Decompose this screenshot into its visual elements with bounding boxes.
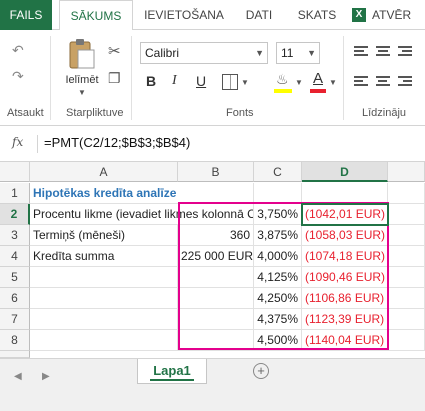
column-header-b[interactable]: B xyxy=(178,162,254,182)
align-left-icon[interactable] xyxy=(354,74,368,88)
column-header-e xyxy=(388,162,425,182)
align-center-icon[interactable] xyxy=(376,74,390,88)
active-cell-d2 xyxy=(301,203,389,226)
align-bottom-icon[interactable] xyxy=(398,44,412,58)
tab-open-in-excel[interactable]: X ATVĒR xyxy=(352,0,425,30)
font-color-button[interactable]: A xyxy=(310,70,326,94)
paint-bucket-icon: ♨ xyxy=(276,71,289,87)
row-header-4[interactable]: 4 xyxy=(0,246,30,267)
underline-button[interactable]: U xyxy=(196,73,206,89)
row-header-6[interactable]: 6 xyxy=(0,288,30,309)
group-label-alignment: Līdzināju xyxy=(362,107,407,119)
ribbon-tab-bar: FAILS SĀKUMS IEVIETOŠANA DATI SKATS X AT… xyxy=(0,0,425,31)
cell-e8[interactable] xyxy=(388,330,425,351)
formula-bar: fx =PMT(C2/12;$B$3;$B$4) xyxy=(0,126,425,162)
cell-a5[interactable] xyxy=(30,267,178,288)
paste-label: Ielīmēt xyxy=(65,74,99,86)
cell-c1[interactable] xyxy=(254,183,302,204)
tab-file[interactable]: FAILS xyxy=(0,0,52,30)
font-color-letter: A xyxy=(313,70,324,87)
chevron-down-icon[interactable]: ▼ xyxy=(241,78,249,87)
borders-icon xyxy=(230,75,231,89)
copy-icon[interactable]: ❐ xyxy=(108,70,121,87)
cell-row-9 xyxy=(30,351,425,358)
group-label-clipboard: Starpliktuve xyxy=(66,107,124,119)
add-sheet-icon[interactable]: + xyxy=(253,363,269,379)
undo-icon[interactable]: ↶ xyxy=(12,42,24,59)
scroll-first-sheet-icon[interactable]: ◀ xyxy=(14,371,22,382)
row-header-2[interactable]: 2 xyxy=(0,204,30,225)
column-header-a[interactable]: A xyxy=(30,162,178,182)
column-header-c[interactable]: C xyxy=(254,162,302,182)
group-label-undo: Atsaukt xyxy=(7,107,44,119)
font-size-combo[interactable]: 11 ▼ xyxy=(276,42,320,64)
chevron-down-icon: ▼ xyxy=(78,88,86,97)
font-name-value: Calibri xyxy=(145,46,180,60)
row-header-1[interactable]: 1 xyxy=(0,183,30,204)
cell-d1[interactable] xyxy=(302,183,388,204)
align-right-icon[interactable] xyxy=(398,74,412,88)
cell-e7[interactable] xyxy=(388,309,425,330)
cell-e1[interactable] xyxy=(388,183,425,204)
excel-icon: X xyxy=(352,8,366,22)
tab-insert[interactable]: IEVIETOŠANA xyxy=(141,0,227,30)
row-header-3[interactable]: 3 xyxy=(0,225,30,246)
sheet-tab-bar: ◀ ▶ Lapa1 + xyxy=(0,358,425,411)
cell-a4[interactable]: Kredīta summa xyxy=(30,246,178,267)
ribbon: ↶ ↷ Atsaukt Ielīmēt ▼ ✂ ❐ Starpliktuve C… xyxy=(0,30,425,126)
paste-icon xyxy=(69,39,95,69)
cell-a7[interactable] xyxy=(30,309,178,330)
row-header-8[interactable]: 8 xyxy=(0,330,30,351)
column-header-d[interactable]: D xyxy=(302,162,388,182)
select-all-corner[interactable] xyxy=(0,162,30,182)
cut-icon[interactable]: ✂ xyxy=(108,42,121,60)
row-header-9 xyxy=(0,351,30,358)
fill-color-button[interactable]: ♨ xyxy=(274,70,292,94)
italic-button[interactable]: I xyxy=(172,73,177,89)
cell-a6[interactable] xyxy=(30,288,178,309)
font-color-swatch xyxy=(310,89,326,93)
cell-a8[interactable] xyxy=(30,330,178,351)
paste-button[interactable]: Ielīmēt ▼ xyxy=(60,36,104,102)
cell-a3[interactable]: Termiņš (mēneši) xyxy=(30,225,178,246)
fx-icon[interactable]: fx xyxy=(12,135,38,153)
fill-color-swatch xyxy=(274,89,292,93)
cell-a1-title[interactable]: Hipotēkas kredīta analīze xyxy=(30,183,178,204)
scroll-last-sheet-icon[interactable]: ▶ xyxy=(42,371,50,382)
formula-input[interactable]: =PMT(C2/12;$B$3;$B$4) xyxy=(44,135,190,150)
tab-home[interactable]: SĀKUMS xyxy=(59,0,133,31)
align-top-icon[interactable] xyxy=(354,44,368,58)
group-separator xyxy=(343,36,344,120)
row-header-7[interactable]: 7 xyxy=(0,309,30,330)
row-header-5[interactable]: 5 xyxy=(0,267,30,288)
align-middle-icon[interactable] xyxy=(376,44,390,58)
font-size-value: 11 xyxy=(281,46,294,60)
group-label-fonts: Fonts xyxy=(226,107,254,119)
tab-open-label: ATVĒR xyxy=(372,8,412,22)
cell-b1[interactable] xyxy=(178,183,254,204)
bold-button[interactable]: B xyxy=(146,73,156,89)
group-separator xyxy=(50,36,51,120)
tab-view[interactable]: SKATS xyxy=(291,0,343,30)
borders-button[interactable] xyxy=(222,74,238,90)
cell-e5[interactable] xyxy=(388,267,425,288)
group-separator xyxy=(131,36,132,120)
chevron-down-icon: ▼ xyxy=(255,48,264,58)
cell-e6[interactable] xyxy=(388,288,425,309)
chevron-down-icon[interactable]: ▼ xyxy=(295,78,303,87)
redo-icon[interactable]: ↷ xyxy=(12,68,24,85)
font-name-combo[interactable]: Calibri ▼ xyxy=(140,42,268,64)
tab-data[interactable]: DATI xyxy=(237,0,281,30)
cell-e2[interactable] xyxy=(388,204,425,225)
chevron-down-icon[interactable]: ▼ xyxy=(329,78,337,87)
spreadsheet-grid: A B C D 1 2 3 4 5 6 7 8 Hipotēkas kredīt… xyxy=(0,162,425,358)
sheet-tab-lapa1[interactable]: Lapa1 xyxy=(137,359,207,384)
cell-e3[interactable] xyxy=(388,225,425,246)
chevron-down-icon: ▼ xyxy=(307,48,316,58)
cell-e4[interactable] xyxy=(388,246,425,267)
